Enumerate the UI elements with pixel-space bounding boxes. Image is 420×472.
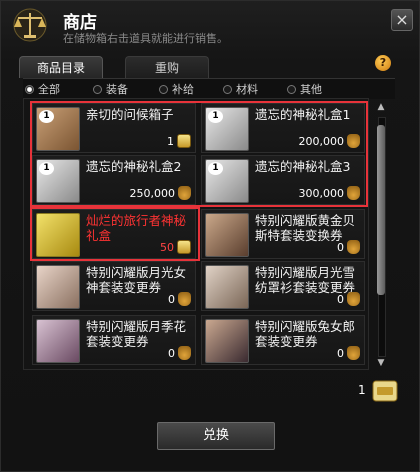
filter-label: 全部 bbox=[38, 83, 60, 96]
item-price: 0 bbox=[168, 346, 175, 360]
filter-label: 补给 bbox=[172, 83, 194, 96]
close-button[interactable]: × bbox=[391, 9, 413, 31]
scales-icon bbox=[13, 8, 47, 42]
costume-icon bbox=[205, 213, 249, 257]
price-row: 0 bbox=[337, 345, 360, 361]
gold-bag-icon bbox=[347, 240, 360, 254]
item-name: 遗忘的神秘礼盒1 bbox=[255, 107, 351, 122]
filter-label: 其他 bbox=[300, 83, 322, 96]
tab-buyback[interactable]: 重购 bbox=[125, 56, 209, 78]
list-item[interactable]: 灿烂的旅行者神秘礼盒 50 bbox=[32, 209, 196, 259]
filter-materials[interactable]: 材料 bbox=[223, 81, 258, 97]
list-item[interactable]: 特别闪耀版月光雪纺罩衫套装变更券 0 bbox=[201, 261, 365, 311]
ticket-count: 1 bbox=[358, 383, 366, 397]
gold-bag-icon bbox=[178, 186, 191, 200]
count-badge: 1 bbox=[208, 162, 223, 175]
radio-icon bbox=[159, 84, 168, 94]
item-price: 200,000 bbox=[298, 134, 345, 148]
scrollbar[interactable]: ▲ ▼ bbox=[374, 101, 388, 371]
gold-bag-icon bbox=[347, 292, 360, 306]
item-price: 0 bbox=[337, 292, 344, 306]
item-name: 遗忘的神秘礼盒3 bbox=[255, 159, 351, 174]
lv3-box-icon: 1 bbox=[205, 159, 249, 203]
item-price: 250,000 bbox=[129, 186, 176, 200]
item-price: 0 bbox=[337, 240, 344, 254]
item-price: 1 bbox=[167, 134, 174, 148]
costume-icon bbox=[36, 319, 80, 363]
gold-bag-icon bbox=[178, 292, 191, 306]
price-row: 0 bbox=[168, 291, 191, 307]
list-item[interactable]: 特别闪耀版月季花套装变更券 0 bbox=[32, 315, 196, 365]
item-price: 0 bbox=[168, 292, 175, 306]
item-name: 亲切的问候箱子 bbox=[86, 107, 174, 122]
item-name: 遗忘的神秘礼盒2 bbox=[86, 159, 182, 174]
tab-catalog[interactable]: 商品目录 bbox=[19, 56, 103, 78]
gold-bag-icon bbox=[347, 186, 360, 200]
gold-bag-icon bbox=[178, 346, 191, 360]
price-row: 1 bbox=[167, 133, 191, 149]
radio-icon bbox=[223, 84, 232, 94]
price-row: 0 bbox=[337, 291, 360, 307]
scroll-thumb[interactable] bbox=[377, 125, 385, 295]
count-badge: 1 bbox=[39, 162, 54, 175]
radio-icon bbox=[93, 84, 102, 94]
titlebar: 商店 在储物箱右击道具就能进行销售。 × bbox=[1, 1, 420, 49]
price-row: 0 bbox=[168, 345, 191, 361]
scroll-down-icon[interactable]: ▼ bbox=[374, 357, 388, 369]
price-row: 50 bbox=[160, 239, 191, 255]
shop-window: 商店 在储物箱右击道具就能进行销售。 × 商品目录 重购 ? 全部 装备 补给 … bbox=[0, 0, 420, 472]
list-item[interactable]: 1 遗忘的神秘礼盒3 300,000 bbox=[201, 155, 365, 205]
gold-bag-icon bbox=[347, 346, 360, 360]
filter-label: 材料 bbox=[236, 83, 258, 96]
item-price: 0 bbox=[337, 346, 344, 360]
item-price: 300,000 bbox=[298, 186, 345, 200]
filter-all[interactable]: 全部 bbox=[25, 81, 60, 97]
list-item[interactable]: 特别闪耀版黄金贝斯特套装变换券 0 bbox=[201, 209, 365, 259]
scroll-up-icon[interactable]: ▲ bbox=[374, 101, 388, 113]
list-item[interactable]: 特别闪耀版月光女神套装变更券 0 bbox=[32, 261, 196, 311]
filter-other[interactable]: 其他 bbox=[287, 81, 322, 97]
price-row: 300,000 bbox=[298, 185, 360, 201]
ticket-icon bbox=[177, 134, 191, 148]
count-badge: 1 bbox=[208, 110, 223, 123]
help-icon[interactable]: ? bbox=[375, 55, 391, 71]
box-icon: 1 bbox=[36, 107, 80, 151]
filter-equipment[interactable]: 装备 bbox=[93, 81, 128, 97]
price-row: 200,000 bbox=[298, 133, 360, 149]
radio-icon bbox=[287, 84, 296, 94]
lv2-box-icon: 1 bbox=[36, 159, 80, 203]
costume-icon bbox=[205, 265, 249, 309]
ticket-icon bbox=[177, 240, 191, 254]
item-list: 1 亲切的问候箱子 1 1 遗忘的神秘礼盒1 200,000 1 遗忘的神秘礼盒… bbox=[23, 98, 369, 370]
list-item[interactable]: 1 亲切的问候箱子 1 bbox=[32, 103, 196, 153]
exchange-button[interactable]: 兑换 bbox=[157, 422, 275, 450]
costume-icon bbox=[205, 319, 249, 363]
list-item[interactable]: 1 遗忘的神秘礼盒1 200,000 bbox=[201, 103, 365, 153]
list-item[interactable]: 特别闪耀版兔女郎套装变更券 0 bbox=[201, 315, 365, 365]
item-price: 50 bbox=[160, 240, 174, 254]
price-row: 250,000 bbox=[129, 185, 191, 201]
golden-box-icon bbox=[36, 213, 80, 257]
filter-supplies[interactable]: 补给 bbox=[159, 81, 194, 97]
ticket-icon bbox=[372, 380, 398, 402]
count-badge: 1 bbox=[39, 110, 54, 123]
radio-icon bbox=[25, 84, 34, 94]
price-row: 0 bbox=[337, 239, 360, 255]
lv1-box-icon: 1 bbox=[205, 107, 249, 151]
window-subtitle: 在储物箱右击道具就能进行销售。 bbox=[63, 32, 228, 45]
filter-bar: 全部 装备 补给 材料 其他 bbox=[23, 78, 395, 99]
list-item[interactable]: 1 遗忘的神秘礼盒2 250,000 bbox=[32, 155, 196, 205]
gold-bag-icon bbox=[347, 134, 360, 148]
costume-icon bbox=[36, 265, 80, 309]
filter-label: 装备 bbox=[106, 83, 128, 96]
